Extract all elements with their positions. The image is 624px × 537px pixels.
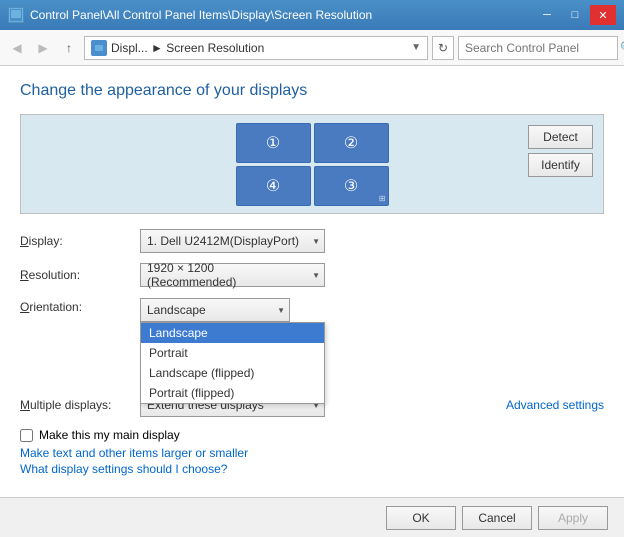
links-section: Make text and other items larger or smal… <box>20 446 604 476</box>
display-2[interactable]: ② <box>314 123 389 163</box>
display-3[interactable]: ③ ⊞ <box>314 166 389 206</box>
display-select[interactable]: 1. Dell U2412M(DisplayPort) ▼ <box>140 229 325 253</box>
minimize-button[interactable]: ─ <box>534 5 560 25</box>
footer: OK Cancel Apply <box>0 497 624 537</box>
back-button[interactable]: ◀ <box>6 37 28 59</box>
resolution-select[interactable]: 1920 × 1200 (Recommended) ▼ <box>140 263 325 287</box>
orientation-option-landscape-flipped[interactable]: Landscape (flipped) <box>141 363 324 383</box>
window-title: Control Panel\All Control Panel Items\Di… <box>30 8 534 22</box>
advanced-settings-link[interactable]: Advanced settings <box>506 398 604 412</box>
orientation-control-wrapper: Landscape ▼ Landscape Portrait Landscape… <box>140 298 290 322</box>
display-label: Display: <box>20 234 140 248</box>
orientation-value: Landscape <box>147 303 222 317</box>
detect-button[interactable]: Detect <box>528 125 593 149</box>
main-display-row: Make this my main display <box>20 428 604 442</box>
multiple-displays-label: Multiple displays: <box>20 398 140 412</box>
search-box: 🔍 <box>458 36 618 60</box>
path-icon <box>91 40 107 56</box>
main-display-label: Make this my main display <box>39 428 180 442</box>
address-bar: ◀ ▶ ↑ Displ... ► Screen Resolution ▼ ↻ 🔍 <box>0 30 624 66</box>
up-button[interactable]: ↑ <box>58 37 80 59</box>
maximize-button[interactable]: □ <box>562 5 588 25</box>
search-icon: 🔍 <box>620 41 624 54</box>
search-input[interactable] <box>465 41 620 55</box>
orientation-select[interactable]: Landscape ▼ <box>140 298 290 322</box>
displays-grid: ① ② ④ ③ ⊞ <box>236 123 389 206</box>
resolution-row: Resolution: 1920 × 1200 (Recommended) ▼ <box>20 262 604 288</box>
titlebar-controls: ─ □ ✕ <box>534 5 616 25</box>
titlebar: Control Panel\All Control Panel Items\Di… <box>0 0 624 30</box>
orientation-option-landscape[interactable]: Landscape <box>141 323 324 343</box>
orientation-label: Orientation: <box>20 298 140 314</box>
detect-identify-buttons: Detect Identify <box>528 125 593 177</box>
close-button[interactable]: ✕ <box>590 5 616 25</box>
display-1[interactable]: ① <box>236 123 311 163</box>
page-title: Change the appearance of your displays <box>20 82 604 100</box>
path-dropdown-arrow: ▼ <box>411 42 421 53</box>
main-content: Change the appearance of your displays ①… <box>0 66 624 537</box>
apply-button[interactable]: Apply <box>538 506 608 530</box>
orientation-dropdown: Landscape Portrait Landscape (flipped) P… <box>140 322 325 404</box>
resolution-label: Resolution: <box>20 268 140 282</box>
app-icon <box>8 7 24 23</box>
orientation-row: Orientation: Landscape ▼ Landscape Portr… <box>20 296 604 322</box>
display-preview: ① ② ④ ③ ⊞ Detect Identify <box>20 114 604 214</box>
display-row: Display: 1. Dell U2412M(DisplayPort) ▼ <box>20 228 604 254</box>
ok-button[interactable]: OK <box>386 506 456 530</box>
refresh-button[interactable]: ↻ <box>432 36 454 60</box>
grid-icon: ⊞ <box>379 194 386 203</box>
path-text: Displ... ► Screen Resolution <box>111 41 411 55</box>
forward-button[interactable]: ▶ <box>32 37 54 59</box>
orientation-option-portrait[interactable]: Portrait <box>141 343 324 363</box>
orientation-dropdown-arrow: ▼ <box>277 306 285 315</box>
text-size-link[interactable]: Make text and other items larger or smal… <box>20 446 604 460</box>
address-path[interactable]: Displ... ► Screen Resolution ▼ <box>84 36 428 60</box>
cancel-button[interactable]: Cancel <box>462 506 532 530</box>
display-value: 1. Dell U2412M(DisplayPort) <box>147 234 315 248</box>
display-4[interactable]: ④ <box>236 166 311 206</box>
resolution-value: 1920 × 1200 (Recommended) <box>147 261 318 289</box>
display-settings-link[interactable]: What display settings should I choose? <box>20 462 604 476</box>
identify-button[interactable]: Identify <box>528 153 593 177</box>
orientation-option-portrait-flipped[interactable]: Portrait (flipped) <box>141 383 324 403</box>
main-display-checkbox[interactable] <box>20 429 33 442</box>
